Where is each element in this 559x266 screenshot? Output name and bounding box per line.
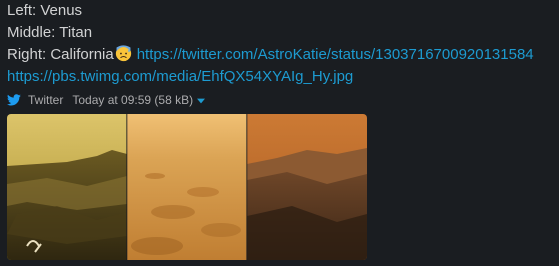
anxious-face-with-sweat-emoji — [115, 45, 131, 62]
image-panel-venus — [7, 114, 127, 260]
attachment-size: (58 kB) — [154, 93, 194, 107]
attachment-service[interactable]: Twitter — [28, 93, 63, 107]
message-line-venus: Left: Venus — [7, 2, 83, 19]
twitter-bird-icon — [7, 94, 21, 106]
caret-down-icon[interactable] — [197, 98, 206, 104]
attachment-timestamp[interactable]: Today at 09:59 — [72, 93, 151, 107]
message-body: Left: Venus Middle: Titan Right: Califor… — [7, 0, 559, 88]
message-line-titan: Middle: Titan — [7, 24, 93, 41]
media-link[interactable]: https://pbs.twimg.com/media/EhfQX54XYAIg… — [7, 68, 353, 85]
attachment-meta: Twitter Today at 09:59 (58 kB) — [7, 91, 206, 109]
image-panel-titan — [127, 114, 247, 260]
tweet-link[interactable]: https://twitter.com/AstroKatie/status/13… — [137, 46, 534, 63]
message-line-california: Right: California https://twitter.com/As… — [7, 44, 559, 66]
message-text-california: Right: California — [7, 46, 114, 63]
image-panel-california — [247, 114, 367, 260]
attached-image[interactable] — [7, 114, 367, 260]
message-line-media: https://pbs.twimg.com/media/EhfQX54XYAIg… — [7, 66, 559, 88]
